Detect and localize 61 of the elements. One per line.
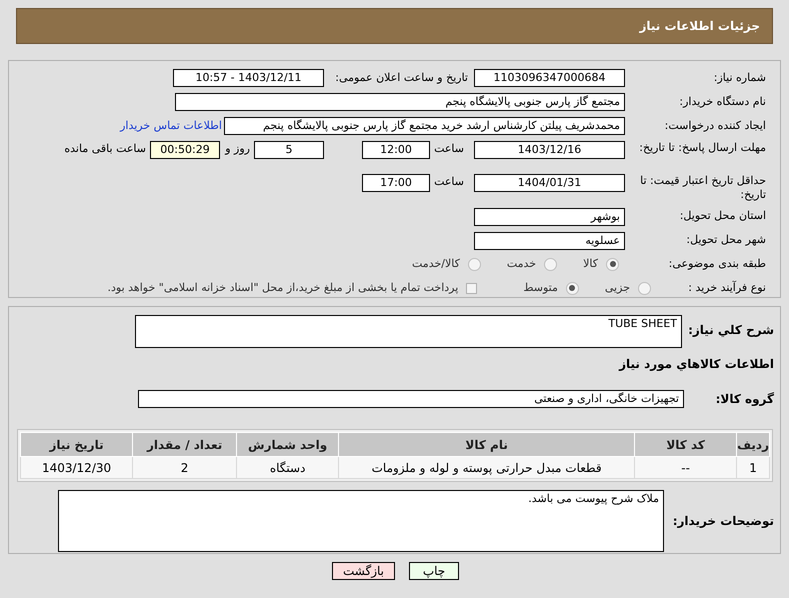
field-label: مهلت ارسال پاسخ: تا تاریخ: [639,141,766,154]
column-header: واحد شمارش [236,432,339,456]
input-field[interactable]: 12:00 [362,141,430,159]
table-cell: -- [634,456,737,478]
field-label: ساعت باقی مانده [64,141,147,157]
table-cell: قطعات مبدل حرارتی پوسته و لوله و ملزومات [338,456,635,478]
section-heading: اطلاعات كالاهاي مورد نياز [619,356,774,373]
field-label: ساعت [433,174,465,190]
field-label: متوسط [523,280,558,296]
column-header: تعداد / مقدار [132,432,237,456]
input-field[interactable]: 17:00 [362,174,430,192]
input-field[interactable]: 1404/01/31 [474,174,625,192]
field-label: تاریخ و ساعت اعلان عمومی: [335,70,468,84]
field-label: پرداخت تمام یا بخشی از مبلغ خرید،از محل "اسناد خزانه اسلامی" خواهد بود. [108,280,458,296]
field-label: کالا/خدمت [412,256,460,272]
column-header: نام کالا [338,432,635,456]
field-label: خدمت [506,256,536,272]
column-header: تاریخ نیاز [20,432,133,456]
field-label: ساعت [433,141,465,157]
input-field[interactable]: 1103096347000684 [474,69,625,87]
radio-button[interactable] [566,282,579,295]
field-label: ایجاد کننده درخواست: [664,118,766,132]
column-header: کد کالا [634,432,737,456]
radio-button[interactable] [468,258,481,271]
field-label: نوع فرآیند خرید : [688,280,766,294]
print-button[interactable]: چاپ [409,562,459,580]
contact-link[interactable]: اطلاعات تماس خریدار [120,118,224,134]
page-title: جزئیات اطلاعات نیاز [639,18,760,35]
field-label: جزیی [604,280,630,296]
radio-button[interactable] [638,282,651,295]
notes-textarea[interactable]: ملاک شرح پیوست می باشد. [58,490,664,552]
table-cell: 1 [736,456,770,478]
field-label: حداقل تاریخ اعتبار قیمت: تا تاریخ: [640,174,766,201]
input-field[interactable]: 1403/12/11 - 10:57 [173,69,324,87]
input-field[interactable]: عسلویه [474,232,625,250]
radio-button[interactable] [544,258,558,271]
field-label: شرح کلي نياز: [688,323,774,337]
table-cell: دستگاه [236,456,339,478]
input-field[interactable]: محمدشریف پیلتن کارشناس ارشد خرید مجتمع گاز پارس جنوبی پالایشگاه پنجم [224,117,625,135]
field-label: گروه کالا: [716,392,774,406]
radio-button[interactable] [606,258,619,271]
field-label: توضیحات خریدار: [672,514,774,528]
field-label: کالا [583,256,598,272]
back-button[interactable]: بازگشت [332,562,395,580]
input-field[interactable]: 1403/12/16 [474,141,625,159]
description-textarea[interactable]: TUBE SHEET [135,315,682,348]
input-field[interactable]: بوشهر [474,208,625,226]
field-label: روز و [224,141,251,157]
input-field[interactable]: تجهیزات خانگی، اداری و صنعتی [138,390,684,408]
field-label: استان محل تحویل: [680,209,766,222]
column-header: ردیف [736,432,770,456]
input-field[interactable]: 5 [254,141,324,159]
checkbox[interactable] [466,282,478,294]
field-label: نام دستگاه خریدار: [679,94,766,108]
field-label: شماره نیاز: [714,70,766,84]
input-field[interactable]: 00:50:29 [150,141,220,159]
input-field[interactable]: مجتمع گاز پارس جنوبی پالایشگاه پنجم [175,93,625,111]
table-cell: 1403/12/30 [20,456,133,478]
field-label: طبقه بندی موضوعی: [668,257,766,270]
field-label: شهر محل تحویل: [686,233,766,246]
table-cell: 2 [132,456,237,478]
